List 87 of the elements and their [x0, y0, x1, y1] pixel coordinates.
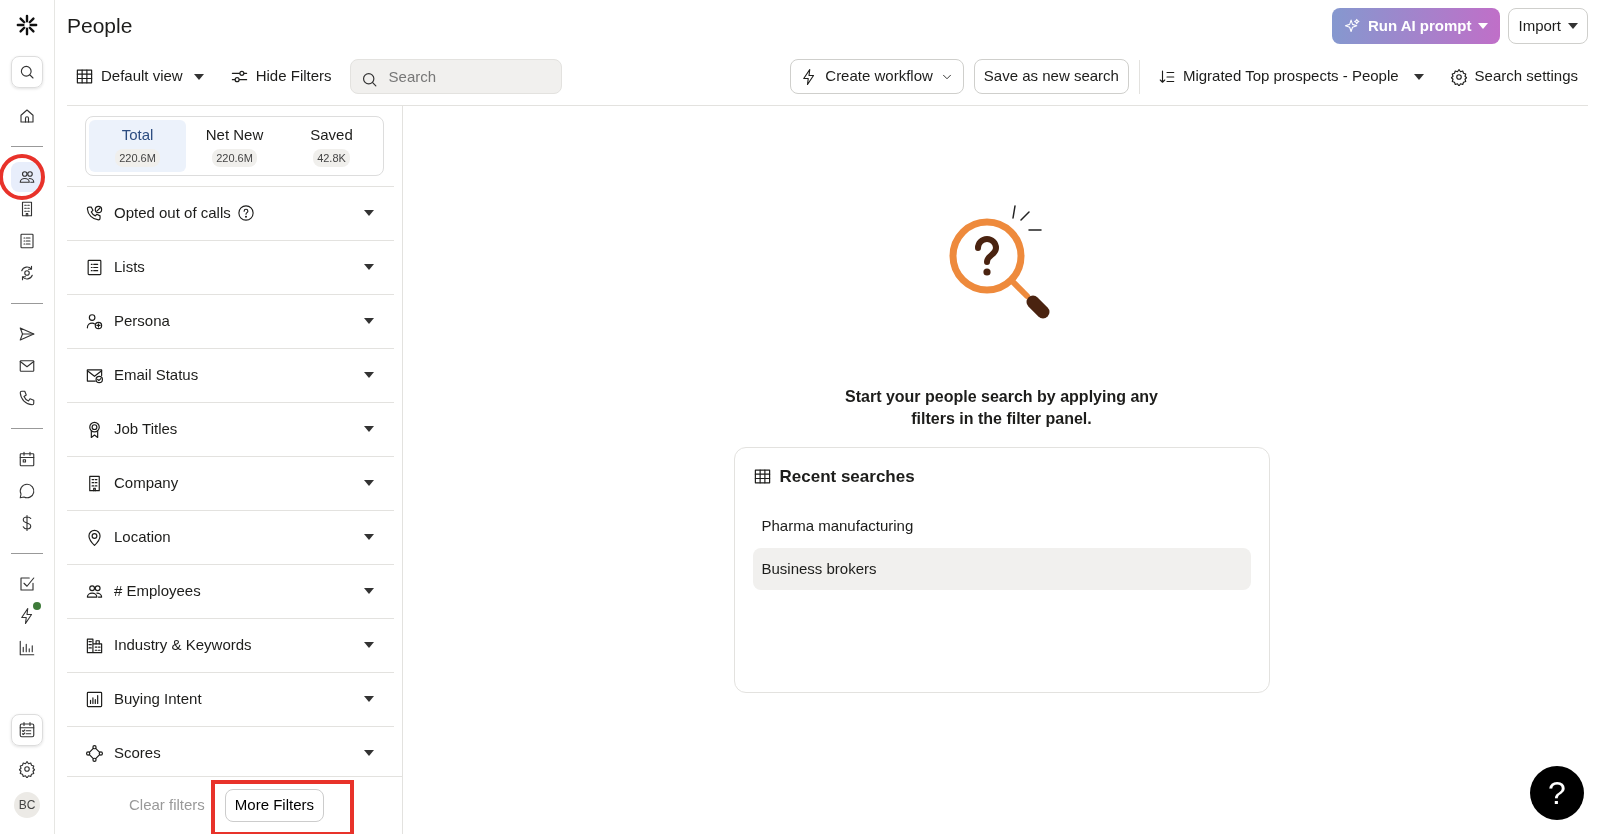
save-search-button[interactable]: Save as new search — [973, 59, 1129, 94]
list-icon — [18, 232, 36, 250]
envelope-icon — [18, 357, 36, 375]
count-tab[interactable]: Saved 42.8K — [283, 120, 380, 172]
bar-chart-icon — [18, 639, 36, 657]
count-pill: 42.8K — [313, 148, 350, 168]
filter-label: Persona — [114, 310, 170, 331]
recent-search-item[interactable]: Business brokers — [752, 547, 1251, 591]
more-filters-button[interactable]: More Filters — [224, 789, 324, 822]
count-tab[interactable]: Total 220.6M — [89, 120, 186, 172]
nav-button[interactable] — [11, 56, 43, 88]
caret-icon — [1413, 74, 1424, 81]
home-icon — [18, 107, 36, 125]
filter-row[interactable]: # Employees — [67, 563, 394, 618]
caret-icon — [364, 480, 374, 487]
settings-icon — [1449, 67, 1468, 86]
filter-row[interactable]: Buying Intent — [67, 671, 394, 726]
filter-row[interactable]: Company — [67, 455, 394, 510]
eye-sync-icon — [18, 264, 36, 282]
nav-button[interactable] — [11, 714, 43, 746]
caret-icon — [364, 210, 374, 217]
filter-label: Opted out of calls — [114, 202, 231, 223]
bar-chart-icon — [85, 689, 104, 709]
caret-icon — [364, 318, 374, 325]
caret-icon — [364, 750, 374, 757]
caret-icon — [364, 696, 374, 703]
settings-icon — [18, 760, 36, 778]
caret-icon — [364, 426, 374, 433]
help-button[interactable]: ? — [1530, 766, 1584, 820]
filter-row[interactable]: Job Titles — [67, 401, 394, 456]
caret-icon — [364, 642, 374, 649]
caret-icon — [364, 372, 374, 379]
create-workflow-button[interactable]: Create workflow — [790, 59, 964, 94]
table-icon — [75, 67, 94, 86]
filter-label: Company — [114, 472, 179, 493]
location-pin-icon — [85, 527, 104, 547]
filter-label: Industry & Keywords — [114, 634, 252, 655]
caret-icon — [1568, 23, 1578, 29]
filter-row[interactable]: Industry & Keywords — [67, 617, 394, 672]
recent-searches-heading: Recent searches — [779, 465, 915, 488]
filter-label: Lists — [114, 256, 145, 277]
search-field[interactable]: Search — [349, 59, 562, 94]
count-tab[interactable]: Net New 220.6M — [186, 120, 283, 172]
asterisk-logo[interactable] — [16, 14, 38, 36]
filter-label: Buying Intent — [114, 688, 202, 709]
list-icon — [85, 257, 104, 277]
view-dropdown[interactable]: Default view — [67, 61, 212, 92]
sort-icon — [1157, 67, 1176, 86]
filter-row[interactable]: Location — [67, 509, 394, 564]
avatar[interactable]: BC — [14, 792, 40, 818]
filter-row[interactable]: Scores — [67, 725, 394, 777]
recent-search-item[interactable]: Pharma manufacturing — [752, 505, 1251, 548]
nodes-icon — [85, 743, 104, 763]
nav-button[interactable] — [11, 162, 43, 192]
caret-icon — [364, 534, 374, 541]
empty-state-message: Start your people search by applying any filters in the filter panel. — [844, 387, 1159, 430]
send-icon — [18, 325, 36, 343]
filter-label: Job Titles — [114, 418, 178, 439]
filter-row[interactable]: Email Status — [67, 347, 394, 402]
search-settings-button[interactable]: Search settings — [1441, 61, 1578, 92]
phone-blocked-icon — [85, 203, 104, 223]
filter-row[interactable]: Persona — [67, 293, 394, 348]
page-title: People — [67, 13, 133, 40]
sparkle-icon — [1343, 17, 1361, 35]
person-star-icon — [85, 311, 104, 331]
filter-row[interactable]: Lists — [67, 239, 394, 294]
filter-label: # Employees — [114, 580, 201, 601]
count-pill: 220.6M — [115, 148, 160, 168]
filter-row[interactable]: Opted out of calls — [67, 185, 394, 240]
calendar-list-icon — [18, 721, 36, 739]
filter-label: Scores — [114, 742, 161, 763]
caret-icon — [364, 264, 374, 271]
people-icon — [18, 168, 36, 186]
search-icon — [18, 63, 36, 81]
checkbox-icon — [18, 575, 36, 593]
caret-icon — [364, 588, 374, 595]
hide-filters-button[interactable]: Hide Filters — [221, 61, 340, 92]
caret-icon — [1478, 23, 1489, 29]
calendar-icon — [18, 450, 36, 468]
filter-label: Email Status — [114, 364, 199, 385]
count-pill: 220.6M — [212, 148, 257, 168]
saved-search-dropdown[interactable]: Migrated Top prospects - People — [1149, 61, 1432, 92]
phone-icon — [18, 389, 36, 407]
caret-icon — [193, 74, 204, 81]
filter-label: Location — [114, 526, 171, 547]
import-button[interactable]: Import — [1508, 7, 1588, 45]
speech-bubble-icon — [18, 482, 36, 500]
